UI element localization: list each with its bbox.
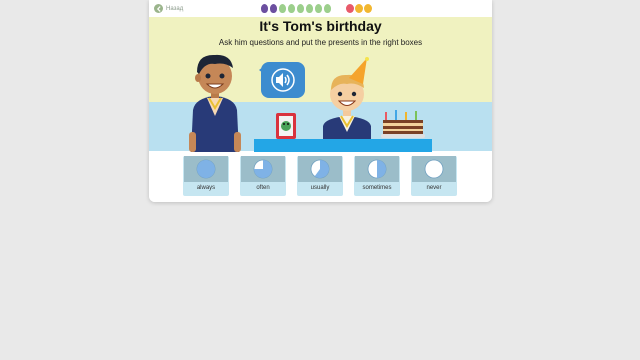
box-label: never bbox=[426, 185, 442, 191]
progress-dot bbox=[261, 4, 268, 13]
box-label: always bbox=[196, 185, 216, 191]
frequency-pie-icon bbox=[196, 159, 216, 179]
progress-dot bbox=[315, 4, 322, 13]
frequency-pie-icon bbox=[253, 159, 273, 179]
frequency-pie-icon bbox=[424, 159, 444, 179]
audio-play-button[interactable] bbox=[261, 62, 305, 98]
tom-character bbox=[323, 57, 371, 152]
answer-box-sometimes[interactable]: sometimes bbox=[354, 156, 400, 196]
frequency-pie-icon bbox=[310, 159, 330, 179]
progress-dots bbox=[261, 4, 331, 13]
box-label: sometimes bbox=[362, 185, 392, 191]
progress-dot bbox=[270, 4, 277, 13]
birthday-cake bbox=[381, 110, 425, 138]
party-table bbox=[254, 139, 432, 152]
back-arrow-icon bbox=[154, 4, 163, 13]
answer-box-never[interactable]: never bbox=[411, 156, 457, 196]
activity-title: It's Tom's birthday bbox=[259, 18, 382, 34]
answer-box-often[interactable]: often bbox=[240, 156, 286, 196]
answer-boxes: always often usually sometimes never bbox=[183, 156, 457, 196]
progress-dot bbox=[297, 4, 304, 13]
activity-card: Назад It's Tom's birthday Ask him questi… bbox=[149, 0, 492, 202]
progress-dot bbox=[288, 4, 295, 13]
reward-fruits bbox=[346, 4, 372, 13]
top-bar: Назад bbox=[149, 0, 492, 17]
progress-dot bbox=[279, 4, 286, 13]
answer-box-always[interactable]: always bbox=[183, 156, 229, 196]
activity-subtitle: Ask him questions and put the presents i… bbox=[218, 38, 423, 47]
fruit-icon bbox=[364, 4, 372, 13]
fruit-icon bbox=[346, 4, 354, 13]
back-button[interactable]: Назад bbox=[154, 4, 183, 13]
fruit-icon bbox=[355, 4, 363, 13]
answer-box-usually[interactable]: usually bbox=[297, 156, 343, 196]
back-label: Назад bbox=[166, 5, 184, 12]
boy-character bbox=[189, 54, 241, 152]
box-label: usually bbox=[310, 185, 330, 191]
frequency-pie-icon bbox=[367, 159, 387, 179]
progress-dot bbox=[306, 4, 313, 13]
present-item[interactable] bbox=[276, 113, 296, 139]
box-label: often bbox=[256, 185, 270, 191]
speaker-icon bbox=[271, 68, 295, 92]
progress-dot bbox=[324, 4, 331, 13]
